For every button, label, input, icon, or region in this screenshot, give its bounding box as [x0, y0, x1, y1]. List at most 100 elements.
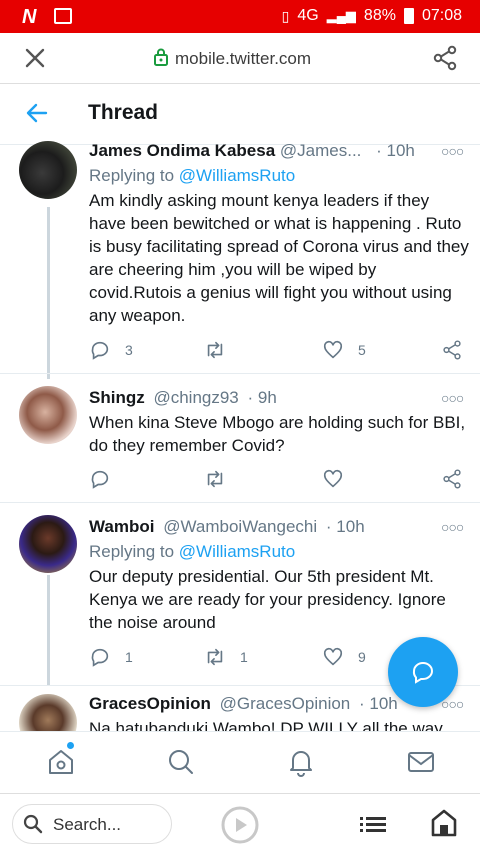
reply-button[interactable]: 1 — [89, 646, 133, 668]
clock: 07:08 — [421, 7, 462, 24]
menu-button[interactable] — [360, 812, 386, 841]
status-right: ▯ 4G ▂▄▆ 88% 07:08 — [282, 7, 462, 25]
more-options-button[interactable]: ○○○ — [441, 143, 464, 159]
author-name: Shingz — [89, 388, 145, 407]
like-count: 9 — [358, 649, 366, 665]
retweet-icon — [207, 648, 223, 666]
author-handle: @James... — [279, 141, 362, 160]
tweet-text: When kina Steve Mbogo are holding such f… — [89, 413, 466, 455]
tweet-author[interactable]: Wamboi @WamboiWangechi · 10h — [89, 517, 365, 537]
search-placeholder: Search... — [53, 815, 122, 834]
like-count: 5 — [358, 342, 366, 358]
page-title: Thread — [88, 101, 159, 124]
search-icon — [169, 750, 193, 774]
author-handle: @GracesOpinion — [219, 694, 351, 713]
replying-to: Replying to @WilliamsRuto — [89, 542, 295, 562]
bell-icon — [290, 751, 312, 777]
more-options-button[interactable]: ○○○ — [441, 390, 464, 406]
tweet-time: · 10h — [325, 517, 365, 536]
browser-search-input[interactable]: Search... — [12, 804, 172, 844]
tweet-time: · 9h — [247, 388, 277, 407]
author-name: Wamboi — [89, 517, 155, 536]
tweet-actions: 3 5 — [89, 339, 469, 363]
share-button[interactable] — [432, 45, 458, 76]
home-icon — [49, 750, 73, 774]
retweet-button[interactable] — [204, 339, 240, 361]
avatar[interactable] — [19, 694, 77, 731]
author-name: GracesOpinion — [89, 694, 211, 713]
tweet-time: · 10h — [376, 141, 415, 160]
author-handle: @chingz93 — [153, 388, 239, 407]
mail-icon — [408, 752, 434, 772]
share-tweet-button[interactable] — [441, 468, 477, 490]
share-tweet-button[interactable] — [441, 339, 477, 361]
retweet-count: 1 — [240, 649, 248, 665]
gallery-icon — [54, 8, 72, 24]
replying-to: Replying to @WilliamsRuto — [89, 166, 295, 186]
replying-prefix: Replying to — [89, 542, 179, 561]
nav-notifications[interactable] — [286, 747, 316, 782]
replying-to-link[interactable]: @WilliamsRuto — [179, 542, 295, 561]
compose-tweet-button[interactable] — [388, 637, 458, 707]
retweet-button[interactable] — [204, 468, 240, 490]
bottom-nav — [0, 731, 480, 794]
tweet[interactable]: Shingz @chingz93 · 9h ○○○ When kina Stev… — [0, 374, 480, 502]
heart-icon — [323, 647, 343, 666]
lock-icon — [153, 47, 169, 72]
notification-dot — [67, 742, 74, 749]
tweet-text: Na hatubanduki Wambo! DP WILLY all the w… — [89, 719, 443, 731]
browser-bottom-bar: Search... — [0, 793, 480, 855]
retweet-icon — [207, 341, 223, 359]
browser-home-button[interactable] — [430, 808, 458, 843]
reply-icon — [91, 470, 109, 489]
author-name: James Ondima Kabesa — [89, 141, 276, 160]
share-icon — [443, 340, 461, 360]
list-icon — [360, 817, 386, 832]
more-options-button[interactable]: ○○○ — [441, 519, 464, 535]
retweet-button[interactable]: 1 — [204, 646, 248, 668]
home-icon — [431, 809, 457, 837]
status-bar: N ▯ 4G ▂▄▆ 88% 07:08 — [0, 0, 480, 33]
reply-count: 1 — [125, 649, 133, 665]
tweet-author[interactable]: GracesOpinion @GracesOpinion · 10h — [89, 694, 398, 714]
close-icon — [25, 48, 45, 68]
url-bar: mobile.twitter.com — [0, 33, 480, 84]
close-tab-button[interactable] — [22, 45, 48, 71]
tweet-text: Our deputy presidential. Our 5th preside… — [89, 567, 446, 632]
tweet[interactable]: James Ondima Kabesa @James... · 10h ○○○ … — [0, 141, 480, 379]
replying-prefix: Replying to — [89, 166, 179, 185]
compose-icon — [412, 662, 433, 684]
back-arrow-icon — [26, 103, 48, 123]
retweet-icon — [207, 470, 223, 488]
avatar[interactable] — [19, 386, 77, 444]
reply-icon — [91, 648, 109, 667]
like-button[interactable]: 5 — [322, 339, 366, 361]
thread-line — [47, 207, 50, 379]
like-button[interactable]: 9 — [322, 646, 366, 668]
tweet-author[interactable]: Shingz @chingz93 · 9h — [89, 388, 277, 408]
battery-percent: 88% — [363, 7, 396, 24]
nav-home[interactable] — [46, 742, 76, 782]
signal-icon: ▂▄▆ — [326, 8, 356, 23]
author-handle: @WamboiWangechi — [163, 517, 318, 536]
back-button[interactable] — [25, 101, 49, 130]
heart-icon — [323, 340, 343, 359]
share-icon — [433, 45, 457, 71]
tweet-author[interactable]: James Ondima Kabesa @James... · 10h — [89, 141, 415, 161]
avatar[interactable] — [19, 515, 77, 573]
tweet-time: · 10h — [359, 694, 398, 713]
network-type: 4G — [297, 7, 319, 24]
play-button[interactable] — [221, 806, 259, 849]
reply-button[interactable]: 3 — [89, 339, 133, 361]
tweet-actions — [89, 468, 469, 492]
avatar[interactable] — [19, 141, 77, 199]
nav-messages[interactable] — [406, 747, 436, 782]
url-text[interactable]: mobile.twitter.com — [175, 49, 311, 69]
reply-button[interactable] — [89, 468, 125, 490]
carrier-logo-icon: N — [22, 6, 36, 28]
like-button[interactable] — [322, 468, 358, 490]
replying-to-link[interactable]: @WilliamsRuto — [179, 166, 295, 185]
nav-search[interactable] — [166, 747, 196, 782]
thread-header: Thread — [0, 84, 480, 145]
heart-icon — [323, 469, 343, 488]
